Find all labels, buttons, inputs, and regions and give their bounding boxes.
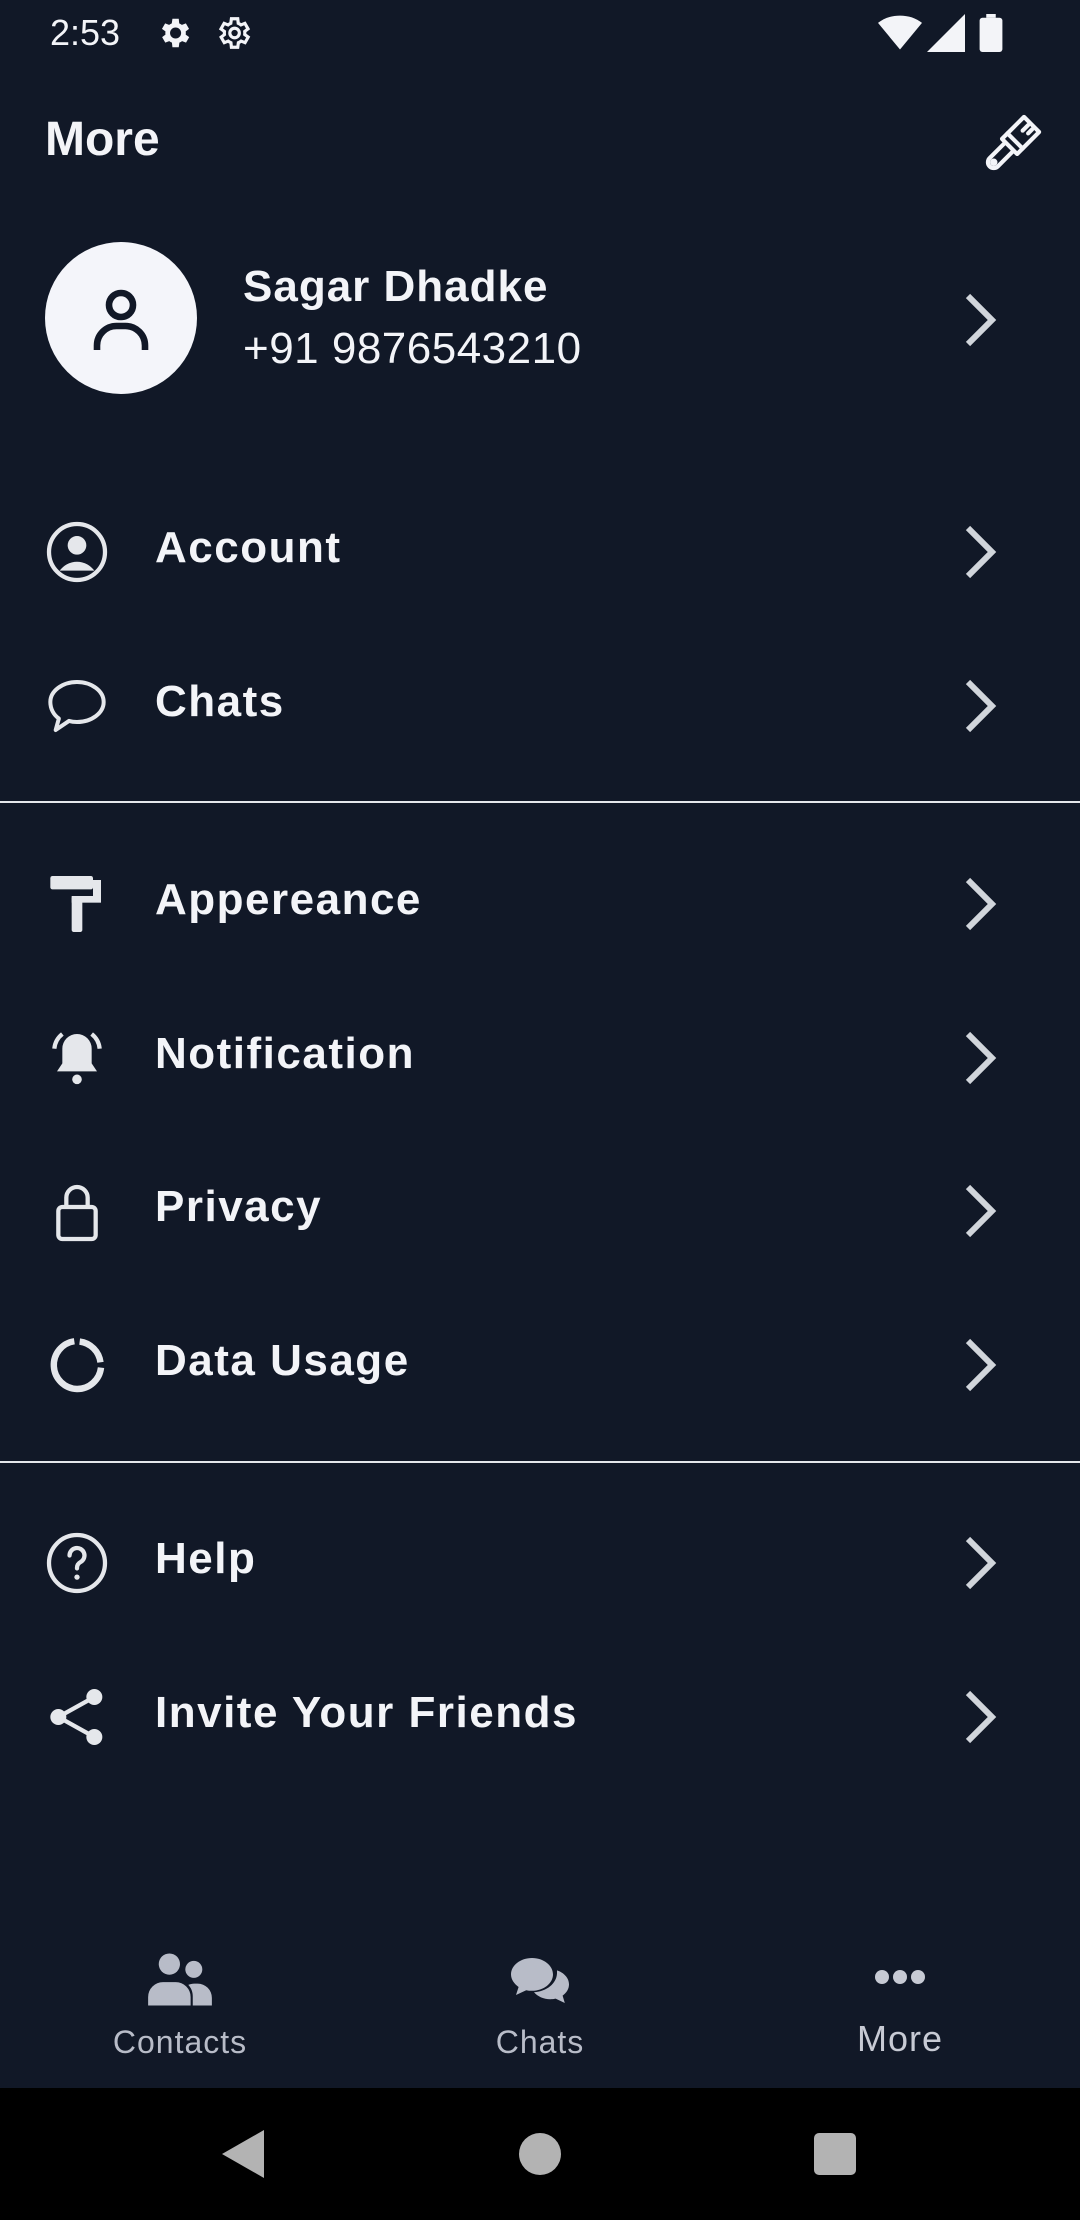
recents-icon[interactable] xyxy=(814,2133,856,2175)
menu-item-label: Chats xyxy=(155,677,285,726)
share-icon xyxy=(50,1689,103,1745)
section-divider xyxy=(0,801,1080,803)
contacts-icon xyxy=(148,1953,212,2006)
tab-more[interactable]: More xyxy=(720,1920,1080,2088)
section-divider xyxy=(0,1461,1080,1463)
bell-icon xyxy=(52,1032,102,1085)
menu-item-label: Help xyxy=(155,1534,257,1583)
menu-item-label: Privacy xyxy=(155,1182,323,1231)
data-usage-icon xyxy=(50,1338,105,1393)
chevron-right-icon xyxy=(965,293,997,347)
menu-item-label: Data Usage xyxy=(155,1336,410,1385)
tab-contacts[interactable]: Contacts xyxy=(0,1920,360,2088)
profile-card[interactable]: Sagar Dhadke +91 9876543210 xyxy=(0,230,1080,410)
paint-roller-icon xyxy=(50,876,101,932)
menu-item-notification[interactable]: Notification xyxy=(0,981,1080,1131)
status-time: 2:53 xyxy=(50,12,121,53)
page-title: More xyxy=(45,113,160,166)
theme-brush-button[interactable] xyxy=(980,108,1046,178)
chevron-right-icon xyxy=(965,1338,997,1392)
help-circle-icon xyxy=(46,1532,108,1594)
profile-phone: +91 9876543210 xyxy=(243,324,582,373)
chevron-right-icon xyxy=(965,1184,997,1238)
chevron-right-icon xyxy=(965,1031,997,1085)
menu-item-appearance[interactable]: Appereance xyxy=(0,827,1080,977)
system-nav-bar xyxy=(0,2088,1080,2220)
home-icon[interactable] xyxy=(518,2132,562,2176)
menu-item-data-usage[interactable]: Data Usage xyxy=(0,1288,1080,1438)
menu-item-label: Invite Your Friends xyxy=(155,1688,578,1737)
account-circle-icon xyxy=(46,521,108,583)
tab-label: Contacts xyxy=(112,2024,248,2060)
menu-item-help[interactable]: Help xyxy=(0,1486,1080,1636)
battery-icon xyxy=(979,14,1003,52)
menu-item-privacy[interactable]: Privacy xyxy=(0,1134,1080,1284)
status-bar: 2:53 xyxy=(0,0,1080,66)
chevron-right-icon xyxy=(965,1536,997,1590)
tab-label: More xyxy=(856,2018,944,2059)
menu-item-label: Appereance xyxy=(155,875,422,924)
lock-icon xyxy=(56,1184,98,1242)
person-icon xyxy=(93,289,149,350)
settings-outline-icon xyxy=(218,17,251,49)
tab-label: Chats xyxy=(495,2024,585,2060)
menu-item-label: Notification xyxy=(155,1029,415,1078)
chevron-right-icon xyxy=(965,1690,997,1744)
chevron-right-icon xyxy=(965,877,997,931)
menu-item-account[interactable]: Account xyxy=(0,475,1080,625)
avatar xyxy=(45,242,197,394)
menu-item-chats[interactable]: Chats xyxy=(0,629,1080,779)
tab-chats[interactable]: Chats xyxy=(360,1920,720,2088)
back-icon[interactable] xyxy=(222,2130,266,2178)
chevron-right-icon xyxy=(965,679,997,733)
profile-name: Sagar Dhadke xyxy=(243,262,549,311)
more-dots-icon xyxy=(875,1970,925,1984)
menu-item-label: Account xyxy=(155,523,342,572)
settings-filled-icon xyxy=(161,18,190,48)
chats-icon xyxy=(511,1958,569,2003)
chat-bubble-icon xyxy=(48,680,106,732)
menu-item-invite-friends[interactable]: Invite Your Friends xyxy=(0,1640,1080,1790)
signal-icon xyxy=(927,14,965,52)
paint-brush-icon xyxy=(985,114,1042,171)
chevron-right-icon xyxy=(965,525,997,579)
wifi-icon xyxy=(878,15,922,50)
bottom-nav: Contacts Chats More xyxy=(0,1920,1080,2088)
